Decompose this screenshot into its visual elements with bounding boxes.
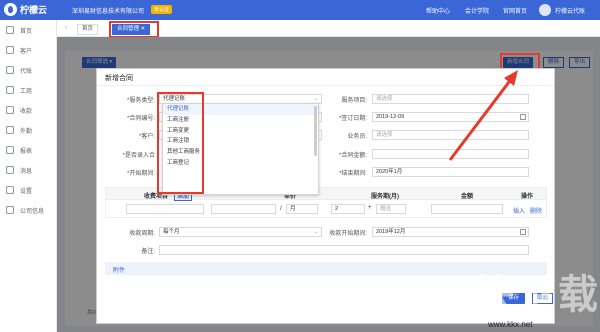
col-amount: 金额 <box>461 194 474 200</box>
attachment-label: 附件 <box>113 268 126 274</box>
table-row: / 月 2 + 赠送 插入 删除 <box>105 200 547 218</box>
sidebar-item-settings[interactable]: 设置 <box>0 180 56 200</box>
sidebar-item-label: 工商 <box>20 88 33 95</box>
home-icon <box>6 26 14 34</box>
insert-row-link[interactable]: 插入 <box>513 206 525 215</box>
tabs-prev-icon[interactable]: ‹ <box>65 25 67 31</box>
delete-row-link[interactable]: 删除 <box>530 206 542 215</box>
sidebar-item-field[interactable]: 外勤 <box>0 120 56 140</box>
sign-date-input[interactable]: 2019-12-09 <box>372 112 529 122</box>
remark-input[interactable] <box>159 245 529 255</box>
sidebar-item-label: 外勤 <box>20 128 33 135</box>
period-input[interactable]: 2 <box>331 204 365 214</box>
sidebar-item-label: 设置 <box>20 188 33 195</box>
service-type-label: *服务类型: <box>126 98 155 104</box>
sidebar-item-business[interactable]: 工商 <box>0 80 56 100</box>
payment-icon <box>6 106 14 114</box>
sidebar-item-customer[interactable]: 客户 <box>0 40 56 60</box>
sidebar-item-message[interactable]: 消息 <box>0 160 56 180</box>
fee-amount-input[interactable] <box>431 204 503 214</box>
sidebar-item-label: 代账 <box>20 68 33 75</box>
cycle-start-label: 收款开始期间: <box>329 231 367 237</box>
top-bar: 柠檬云 深圳易财信息技术有限公司 未认证 帮助中心 会计学院 官网首页 柠檬云代… <box>0 0 600 20</box>
calendar-icon[interactable] <box>520 114 526 120</box>
company-icon <box>6 206 14 214</box>
cycle-start-value: 2019年12月 <box>376 229 406 235</box>
service-item-select[interactable]: 请选择 <box>372 94 529 104</box>
sidebar-item-label: 报表 <box>20 148 33 155</box>
lemon-logo-icon <box>4 3 17 16</box>
service-item-label: 服务项目: <box>341 98 367 104</box>
tab-home[interactable]: 首页 <box>77 24 99 35</box>
end-period-label: *结束期间: <box>338 171 367 177</box>
col-period: 服务期(月) <box>371 194 399 200</box>
avatar[interactable] <box>539 4 551 16</box>
sign-date-value: 2019-12-09 <box>376 114 405 120</box>
cycle-label: 收款周期: <box>129 231 155 237</box>
plus-icon: + <box>368 205 372 211</box>
slash-separator: / <box>280 206 282 212</box>
message-icon <box>6 166 14 174</box>
cycle-value: 每个月 <box>163 229 180 235</box>
col-ops: 操作 <box>521 194 534 200</box>
cycle-start-input[interactable]: 2019年12月 <box>372 227 529 237</box>
watermark-text: 快下载 <box>474 273 600 317</box>
report-icon <box>6 146 14 154</box>
highlight-box-tab <box>109 21 159 38</box>
sidebar-item-company[interactable]: 公司信息 <box>0 200 56 220</box>
amount-label: *合同金额: <box>338 153 367 159</box>
sidebar-item-label: 首页 <box>20 28 33 35</box>
unit-value: 月 <box>290 206 296 212</box>
fee-price-input[interactable] <box>211 204 276 214</box>
sidebar-item-label: 消息 <box>20 168 33 175</box>
settings-icon <box>6 186 14 194</box>
sidebar: 首页 客户 代账 工商 收款 外勤 报表 消息 设置 公司信息 <box>0 20 57 332</box>
highlight-box-dropdown <box>157 92 204 194</box>
start-period-label: *开始期间: <box>126 171 155 177</box>
free-months-input[interactable]: 赠送 <box>376 204 406 214</box>
sidebar-item-label: 公司信息 <box>20 208 45 215</box>
amount-input[interactable] <box>372 149 529 159</box>
fee-project-select[interactable] <box>126 204 204 214</box>
customer-icon <box>6 46 14 54</box>
username[interactable]: 柠檬云代账 <box>555 6 585 15</box>
logo[interactable]: 柠檬云 <box>4 3 47 16</box>
has-entry-label: *是否录入合 <box>122 153 155 159</box>
official-site-link[interactable]: 官网首页 <box>503 6 527 15</box>
period-value: 2 <box>335 206 339 212</box>
sign-date-label: *签订日期: <box>338 116 367 122</box>
help-center-link[interactable]: 帮助中心 <box>426 6 450 15</box>
customer-label: *客户: <box>138 134 155 140</box>
sidebar-item-bookkeeping[interactable]: 代账 <box>0 60 56 80</box>
business-icon <box>6 86 14 94</box>
watermark-url: www.kkx.net <box>488 320 533 329</box>
salesman-label: 业务员: <box>347 134 367 140</box>
field-icon <box>6 126 14 134</box>
bookkeeping-icon <box>6 66 14 74</box>
remark-label: 备注: <box>141 249 155 255</box>
sidebar-item-home[interactable]: 首页 <box>0 20 56 40</box>
cycle-select[interactable]: 每个月 ⌄ <box>159 227 322 237</box>
sidebar-item-label: 客户 <box>20 48 33 55</box>
sidebar-item-label: 收款 <box>20 108 33 115</box>
verify-badge[interactable]: 未认证 <box>151 5 173 14</box>
sidebar-item-report[interactable]: 报表 <box>0 140 56 160</box>
end-period-value: 2020年1月 <box>376 169 403 175</box>
unit-select[interactable]: 月 <box>286 204 318 214</box>
end-period-input[interactable]: 2020年1月 <box>372 167 529 177</box>
calendar-icon[interactable] <box>520 229 526 235</box>
sidebar-item-payment[interactable]: 收款 <box>0 100 56 120</box>
divider <box>97 85 554 86</box>
company-name[interactable]: 深圳易财信息技术有限公司 <box>72 6 144 15</box>
contract-no-label: *合同编号: <box>126 116 155 122</box>
dropdown-scrollbar[interactable] <box>314 106 317 156</box>
logo-text: 柠檬云 <box>20 5 48 15</box>
academy-link[interactable]: 会计学院 <box>465 6 489 15</box>
dialog-title: 新增合同 <box>105 75 133 82</box>
salesman-select[interactable]: 请选择 <box>372 130 529 140</box>
